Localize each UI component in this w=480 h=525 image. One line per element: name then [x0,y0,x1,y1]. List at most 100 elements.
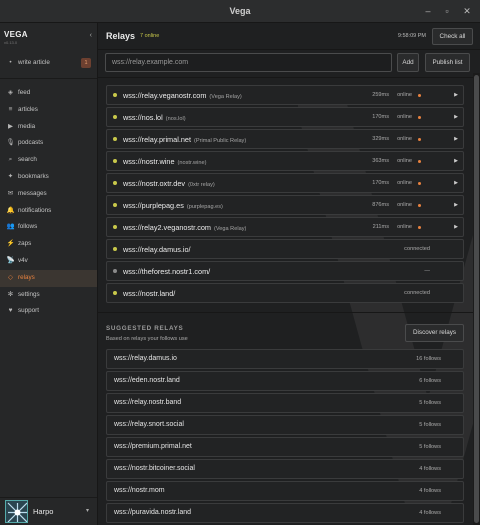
sidebar-item-feed[interactable]: ◈ feed [0,85,97,102]
relay-row[interactable]: wss://nostr.wine (nostr.wine) 363ms online ▶ [106,151,464,171]
suggested-relay-url: wss://relay.damus.io [114,355,177,362]
bookmarks-icon: ✦ [7,172,14,180]
relays-icon: ◇ [8,273,13,281]
relay-row[interactable]: wss://nos.lol (nos.lol) 170ms online ▶ [106,107,464,127]
close-button[interactable]: ✕ [461,5,473,17]
sidebar-item-messages[interactable]: ✉ messages [0,186,97,203]
follows-count: 5 follows [419,400,441,406]
expand-arrow-icon[interactable]: ▶ [454,202,458,208]
relay-latency: 329ms [372,136,389,142]
sidebar-item-label: feed [18,89,31,96]
expand-arrow-icon[interactable]: ▶ [454,114,458,120]
discover-relays-button[interactable]: Discover relays [405,324,464,342]
scrollbar-thumb[interactable] [474,75,479,523]
check-all-button[interactable]: Check all [432,28,473,45]
sidebar-item-relays[interactable]: ◇ relays [0,269,97,287]
suggested-relay-url: wss://nostr.mom [114,487,165,494]
sidebar-item-v4v[interactable]: 📡 v4v [0,253,97,270]
relay-row[interactable]: wss://nostr.oxtr.dev (0xtr relay) 170ms onl… [106,173,464,193]
sidebar-item-label: messages [18,189,47,197]
sidebar-item-notifications[interactable]: 🔔 notifications [0,203,97,220]
suggested-relay-row[interactable]: wss://nostr.mom 4 follows [106,481,464,501]
add-relay-button[interactable]: Add [397,53,419,72]
heart-icon: ♥ [8,307,13,315]
articles-icon: ≡ [8,105,13,113]
relay-url: wss://nos.lol (nos.lol) [123,113,186,122]
relay-status-dot [113,181,117,185]
relay-row[interactable]: wss://relay2.veganostr.com (Vega Relay) 21… [106,217,464,237]
follows-count: 6 follows [419,378,441,384]
relay-url-text: wss://purplepag.es [123,201,184,210]
expand-arrow-icon[interactable]: ▶ [454,224,458,230]
relay-activity-dot [418,160,421,163]
suggested-relay-row[interactable]: wss://nostr.bitcoiner.social 4 follows [106,459,464,479]
suggested-relay-row[interactable]: wss://relay.nostr.band 5 follows [106,393,464,413]
relay-status: — [424,268,430,274]
relay-row[interactable]: wss://purplepag.es (purplepag.es) 876ms onl… [106,195,464,215]
suggested-relay-row[interactable]: wss://relay.snort.social 5 follows [106,415,464,435]
divider [98,77,480,78]
suggested-relay-url: wss://relay.nostr.band [114,399,182,406]
relay-name: (Vega Relay) [214,226,247,232]
sidebar-item-write-article[interactable]: • write article 1 [0,55,97,79]
suggested-relay-row[interactable]: wss://premium.primal.net 5 follows [106,437,464,457]
sidebar-item-support[interactable]: ♥ support [0,303,97,320]
relay-row[interactable]: wss://nostr.land/connected [106,283,464,303]
relay-row[interactable]: wss://relay.primal.net (Primal Public Rel… [106,129,464,149]
suggested-relay-row[interactable]: wss://eden.nostr.land 6 follows [106,371,464,391]
relay-status-dot [113,225,117,229]
relay-url: wss://nostr.wine (nostr.wine) [123,157,206,166]
draft-count-badge: 1 [81,58,91,68]
relay-row[interactable]: wss://theforest.nostr1.com/ — [106,261,464,281]
relay-url: wss://purplepag.es (purplepag.es) [123,201,223,210]
relay-url: wss://relay.veganostr.com (Vega Relay) [123,91,242,100]
sidebar-item-label: support [18,307,40,315]
sidebar-item-label: relays [18,273,35,281]
expand-arrow-icon[interactable]: ▶ [454,136,458,142]
maximize-button[interactable]: ▫ [441,5,453,17]
follows-count: 4 follows [419,488,441,494]
sidebar-item-search[interactable]: ⌕ search [0,152,97,169]
relay-activity-dot [418,182,421,185]
suggested-relay-row[interactable]: wss://relay.damus.io 16 follows [106,349,464,369]
collapse-sidebar-icon[interactable]: ‹ [90,32,92,39]
sidebar-item-settings[interactable]: ✻ settings [0,287,97,304]
suggested-relay-url: wss://premium.primal.net [114,443,192,450]
relay-status: connected [404,246,430,252]
minimize-button[interactable]: – [422,5,434,17]
expand-arrow-icon[interactable]: ▶ [454,92,458,98]
suggested-relay-row[interactable]: wss://puravida.nostr.land 4 follows [106,503,464,523]
relay-row[interactable]: wss://relay.damus.io/connected [106,239,464,259]
suggested-relays-subtitle: Based on relays your follows use [106,336,188,342]
follows-count: 4 follows [419,466,441,472]
user-bar[interactable]: Harpo ▾ [0,497,97,525]
user-menu-chevron-icon[interactable]: ▾ [86,507,89,514]
relay-row[interactable]: wss://relay.veganostr.com (Vega Relay) 259… [106,85,464,105]
suggested-relay-url: wss://eden.nostr.land [114,377,180,384]
relay-latency: 170ms [372,114,389,120]
bell-icon: 🔔 [6,206,15,214]
relay-status: online [397,136,412,142]
feed-icon: ◈ [8,89,13,96]
relay-url-input[interactable]: wss://relay.example.com [105,53,392,72]
sidebar-item-label: bookmarks [18,172,49,180]
sidebar-item-zaps[interactable]: ⚡ zaps [0,236,97,253]
sidebar-item-label: follows [18,223,38,231]
relay-url-text: wss://nos.lol [123,113,163,122]
sidebar-item-bookmarks[interactable]: ✦ bookmarks [0,169,97,186]
relay-url: wss://relay2.veganostr.com (Vega Relay) [123,223,246,232]
relay-name: (Primal Public Relay) [194,138,247,144]
expand-arrow-icon[interactable]: ▶ [454,180,458,186]
publish-list-button[interactable]: Publish list [425,53,470,72]
avatar[interactable] [5,500,28,523]
expand-arrow-icon[interactable]: ▶ [454,158,458,164]
relay-url: wss://nostr.oxtr.dev (0xtr relay) [123,179,215,188]
sidebar-item-media[interactable]: ▶ media [0,119,97,136]
sidebar-item-label: zaps [18,240,32,248]
sidebar-item-articles[interactable]: ≡ articles [0,102,97,119]
sidebar-item-follows[interactable]: 👥 follows [0,219,97,236]
relay-name: (0xtr relay) [188,182,215,188]
relay-latency: 363ms [372,158,389,164]
relay-latency: 259ms [372,92,389,98]
sidebar-item-podcasts[interactable]: 🎙 podcasts [0,135,97,152]
